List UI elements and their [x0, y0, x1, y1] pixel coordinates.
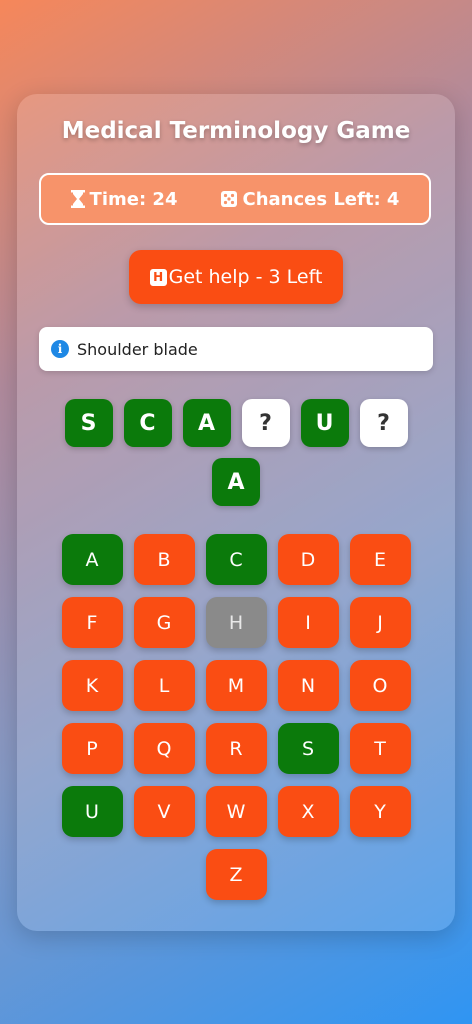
- key-z[interactable]: Z: [205, 849, 267, 900]
- key-k[interactable]: K: [61, 660, 123, 711]
- key-u: U: [61, 786, 123, 837]
- key-h: H: [205, 597, 267, 648]
- word-slot-hidden: ?: [241, 399, 290, 447]
- key-v[interactable]: V: [133, 786, 195, 837]
- key-n[interactable]: N: [277, 660, 339, 711]
- get-help-label: Get help - 3 Left: [168, 266, 323, 288]
- key-b[interactable]: B: [133, 534, 195, 585]
- word-slots: S C A? U? A: [17, 399, 455, 506]
- word-slot-revealed: A: [212, 458, 260, 506]
- key-x[interactable]: X: [277, 786, 339, 837]
- timer-stat: Time: 24: [70, 188, 178, 210]
- game-card: Medical Terminology Game Time: 24 Chance…: [17, 94, 455, 931]
- key-m[interactable]: M: [205, 660, 267, 711]
- stats-bar: Time: 24 Chances Left: 4: [39, 173, 431, 225]
- key-g[interactable]: G: [133, 597, 195, 648]
- key-o[interactable]: O: [349, 660, 411, 711]
- key-y[interactable]: Y: [349, 786, 411, 837]
- key-j[interactable]: J: [349, 597, 411, 648]
- key-a: A: [61, 534, 123, 585]
- dice-icon: [221, 191, 238, 207]
- key-q[interactable]: Q: [133, 723, 195, 774]
- word-slot-revealed: S: [64, 399, 113, 447]
- info-icon: i: [51, 340, 69, 358]
- key-r[interactable]: R: [205, 723, 267, 774]
- word-slot-revealed: U: [300, 399, 349, 447]
- hint-box: i Shoulder blade: [39, 327, 433, 371]
- letter-keyboard: ABCDE FGHIJ KLMNO PQRST UVWXY Z: [61, 534, 411, 900]
- key-c: C: [205, 534, 267, 585]
- hourglass-icon: [70, 190, 85, 208]
- key-t[interactable]: T: [349, 723, 411, 774]
- key-e[interactable]: E: [349, 534, 411, 585]
- game-title: Medical Terminology Game: [61, 118, 411, 144]
- key-s: S: [277, 723, 339, 774]
- word-slot-revealed: A: [182, 399, 231, 447]
- get-help-button[interactable]: H Get help - 3 Left: [129, 250, 343, 304]
- chances-label: Chances Left: 4: [242, 188, 400, 210]
- timer-label: Time: 24: [89, 188, 178, 210]
- key-p[interactable]: P: [61, 723, 123, 774]
- word-slot-revealed: C: [123, 399, 172, 447]
- help-h-icon: H: [149, 268, 167, 286]
- word-slot-hidden: ?: [359, 399, 408, 447]
- key-i[interactable]: I: [277, 597, 339, 648]
- key-l[interactable]: L: [133, 660, 195, 711]
- key-f[interactable]: F: [61, 597, 123, 648]
- hint-text: Shoulder blade: [77, 339, 198, 359]
- key-w[interactable]: W: [205, 786, 267, 837]
- chances-stat: Chances Left: 4: [221, 189, 399, 210]
- key-d[interactable]: D: [277, 534, 339, 585]
